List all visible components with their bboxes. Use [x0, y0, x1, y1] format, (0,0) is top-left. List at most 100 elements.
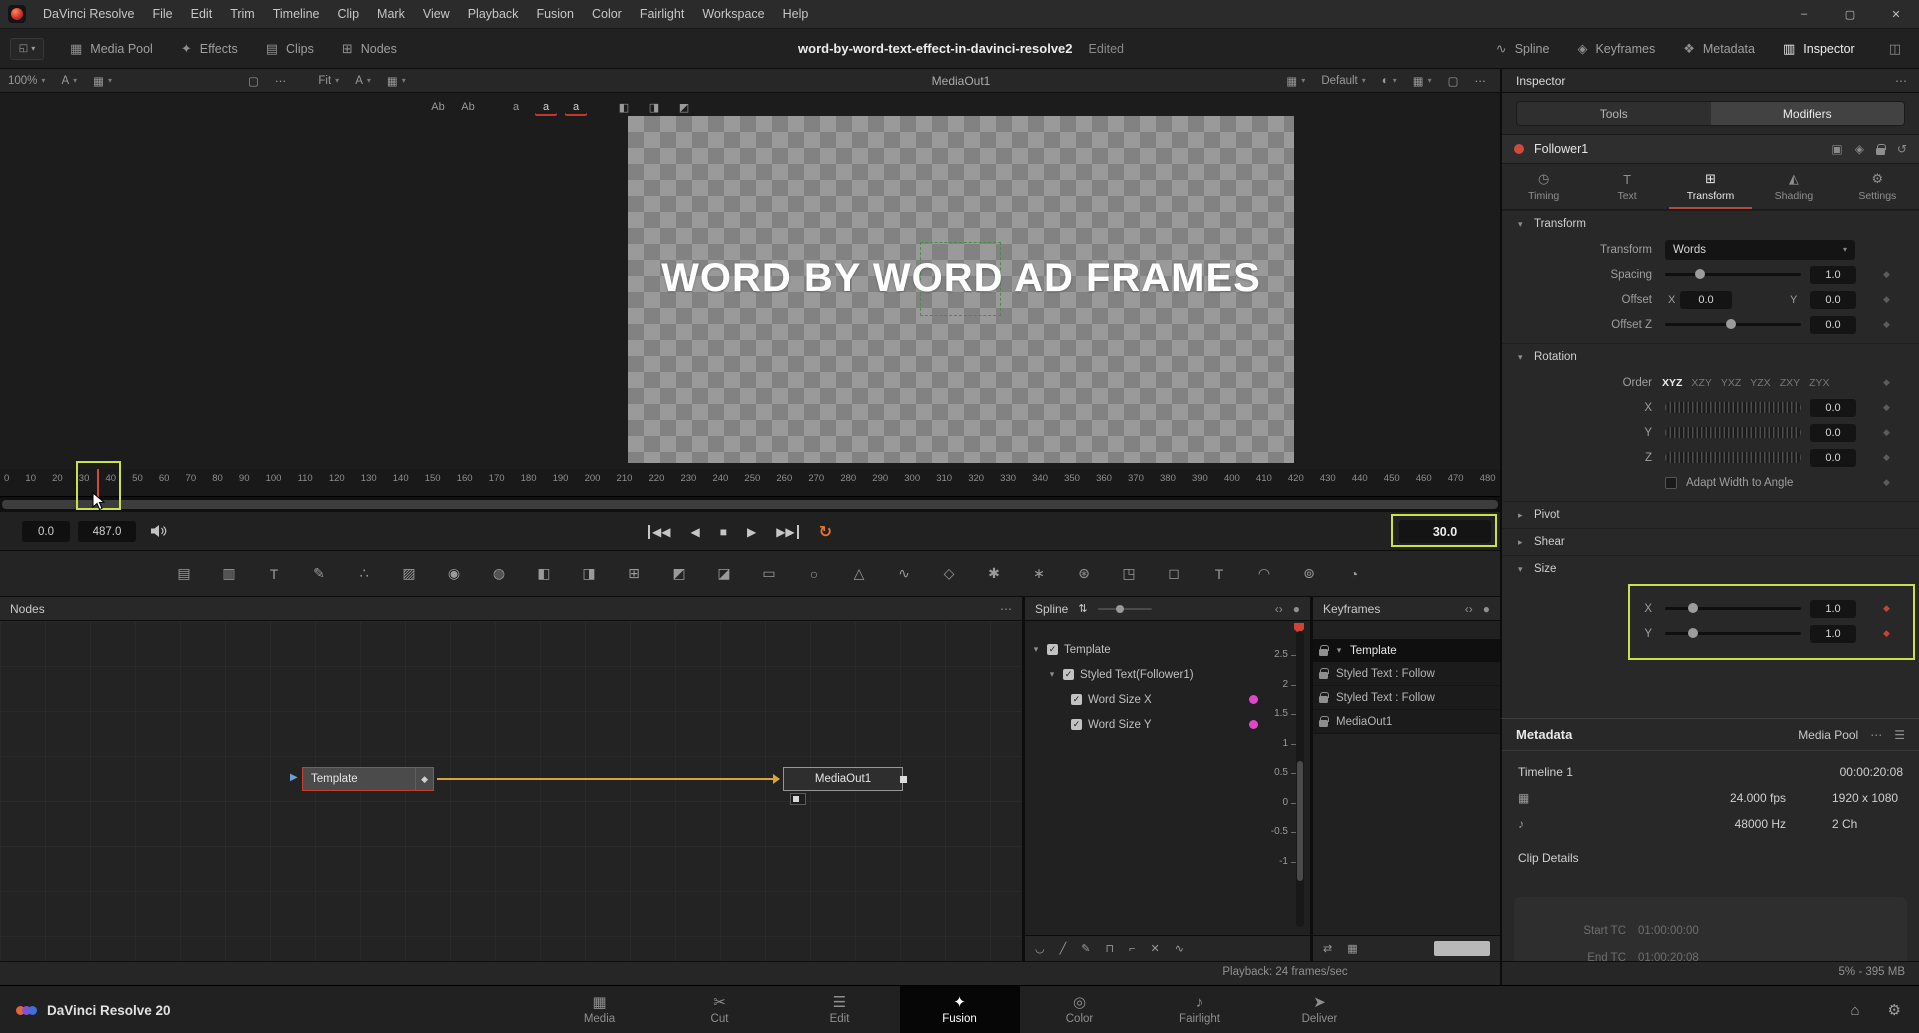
- media-pool-button[interactable]: ▦Media Pool: [70, 41, 153, 57]
- merge-3d-icon[interactable]: ◠: [1252, 562, 1276, 586]
- stop-button[interactable]: ■: [720, 525, 727, 539]
- menu-item[interactable]: Help: [774, 0, 818, 28]
- polygon-mask-icon[interactable]: △: [847, 562, 871, 586]
- keyframe-diamond-red-icon[interactable]: ◆: [1883, 603, 1890, 614]
- keyframes-row[interactable]: MediaOut1: [1313, 710, 1500, 734]
- frame-right-icon[interactable]: ◩: [673, 98, 695, 116]
- range-end-field[interactable]: 487.0: [78, 521, 136, 542]
- keyframe-diamond-icon[interactable]: ◆: [1883, 402, 1890, 413]
- spacing-slider[interactable]: [1665, 273, 1801, 276]
- rotation-z-dial[interactable]: [1665, 452, 1801, 463]
- draw-curve-icon[interactable]: ✎: [1081, 942, 1090, 955]
- keyframe-diamond-red-icon[interactable]: ◆: [1883, 628, 1890, 639]
- menu-item[interactable]: Trim: [221, 0, 264, 28]
- rotation-x-dial[interactable]: [1665, 402, 1801, 413]
- emitter-icon[interactable]: ✱: [982, 562, 1006, 586]
- text-shadow-color-button[interactable]: a: [565, 98, 587, 116]
- menu-item[interactable]: Playback: [459, 0, 528, 28]
- viewer-canvas[interactable]: WORD BY WORD AD FRAMES: [628, 116, 1294, 463]
- size-x-slider[interactable]: [1665, 607, 1801, 610]
- media[interactable]: ▦ Media: [540, 986, 660, 1033]
- keyframes-group-row[interactable]: ▾ Template: [1313, 639, 1500, 662]
- order-option[interactable]: ZXY: [1780, 377, 1800, 389]
- text-underline-button[interactable]: Ab: [427, 98, 449, 116]
- lock-icon[interactable]: [1876, 148, 1885, 155]
- adapt-width-checkbox[interactable]: [1665, 477, 1677, 489]
- versions-icon[interactable]: ▣: [1831, 142, 1842, 156]
- fast-noise-icon[interactable]: ▨: [397, 562, 421, 586]
- order-option[interactable]: ZYX: [1809, 377, 1829, 389]
- audio-mute-icon[interactable]: [150, 524, 168, 538]
- frame-left-icon[interactable]: ◧: [613, 98, 635, 116]
- tab-timing[interactable]: ◷ Timing: [1502, 164, 1585, 209]
- timeline-ruler[interactable]: 0102030405060708090100110120130140150160…: [0, 469, 1500, 497]
- menu-item[interactable]: Fairlight: [631, 0, 693, 28]
- lut-dropdown[interactable]: Default▾: [1313, 75, 1373, 87]
- renderer-3d-icon[interactable]: ◔: [1342, 562, 1366, 586]
- pin-icon[interactable]: ◈: [1855, 142, 1864, 156]
- text-smallcaps-button[interactable]: Ab: [457, 98, 479, 116]
- fairlight[interactable]: ♪ Fairlight: [1140, 986, 1260, 1033]
- offset-x-field[interactable]: 0.0: [1680, 291, 1732, 309]
- checkbox-checked[interactable]: [1063, 669, 1074, 680]
- panel-flip-icon[interactable]: ◫: [1889, 41, 1901, 57]
- particles-icon[interactable]: ∴: [352, 562, 376, 586]
- checkbox-checked[interactable]: [1047, 644, 1058, 655]
- composition-text[interactable]: WORD BY WORD AD FRAMES: [628, 256, 1294, 301]
- keyframes-fit-icon[interactable]: ‹›: [1465, 602, 1473, 616]
- fusion[interactable]: ✦ Fusion: [900, 986, 1020, 1033]
- background-icon[interactable]: ◧: [532, 562, 556, 586]
- spline-sort-icon[interactable]: ⇅: [1078, 602, 1087, 615]
- media-pool-source-label[interactable]: Media Pool: [1798, 728, 1858, 742]
- grid-dropdown[interactable]: ▦▾: [1405, 74, 1440, 88]
- menu-item[interactable]: View: [414, 0, 459, 28]
- clips-button[interactable]: ▤Clips: [266, 41, 314, 57]
- deliver[interactable]: ➤ Deliver: [1260, 986, 1380, 1033]
- chevron-down-icon[interactable]: ▾: [1334, 645, 1344, 656]
- spacing-value-field[interactable]: 1.0: [1810, 266, 1856, 284]
- step-in-icon[interactable]: ⊓: [1105, 942, 1114, 955]
- rotation-x-field[interactable]: 0.0: [1810, 399, 1856, 417]
- nodes-button[interactable]: ⊞Nodes: [342, 41, 397, 57]
- section-rotation[interactable]: ▾Rotation: [1502, 343, 1919, 370]
- color-corrector-icon[interactable]: ◍: [487, 562, 511, 586]
- spline-button[interactable]: ∿Spline: [1496, 41, 1550, 57]
- rotation-y-dial[interactable]: [1665, 427, 1801, 438]
- spline-options-icon[interactable]: ●: [1293, 602, 1300, 616]
- keyframe-diamond-icon[interactable]: ◆: [1883, 477, 1890, 488]
- metadata-options-button[interactable]: ⋯: [1870, 728, 1882, 742]
- keyframe-diamond-icon[interactable]: ◆: [1883, 427, 1890, 438]
- paint-icon[interactable]: ✎: [307, 562, 331, 586]
- checkbox-checked[interactable]: [1071, 694, 1082, 705]
- timeline-scrollbar[interactable]: [0, 497, 1500, 512]
- inspector-options-button[interactable]: ⋯: [1895, 74, 1919, 88]
- layout-dropdown[interactable]: ▦▾: [1278, 74, 1313, 88]
- edit[interactable]: ☰ Edit: [780, 986, 900, 1033]
- order-option[interactable]: YZX: [1750, 377, 1770, 389]
- menu-item[interactable]: File: [143, 0, 181, 28]
- go-to-start-button[interactable]: ◀◀: [648, 525, 670, 539]
- keyframes-time-field[interactable]: [1434, 941, 1490, 956]
- menu-item[interactable]: Mark: [368, 0, 414, 28]
- lock-icon[interactable]: [1319, 696, 1328, 703]
- expand-viewer-button[interactable]: ▢: [1440, 74, 1467, 88]
- play-button[interactable]: ▶: [747, 525, 756, 539]
- image-plane-3d-icon[interactable]: ◳: [1117, 562, 1141, 586]
- ellipse-mask-icon[interactable]: ○: [802, 562, 826, 586]
- scrollbar-thumb[interactable]: [2, 500, 1498, 509]
- transform-mode-dropdown[interactable]: Words▾: [1665, 240, 1855, 260]
- media-out-icon[interactable]: ▥: [217, 562, 241, 586]
- text-fill-color-button[interactable]: a: [505, 98, 527, 116]
- chevron-down-icon[interactable]: ▾: [1031, 644, 1041, 655]
- gain-dropdown[interactable]: A▾: [53, 69, 85, 92]
- modifiers-tab[interactable]: Modifiers: [1711, 102, 1905, 125]
- template-node[interactable]: Template ◆: [302, 767, 434, 791]
- timeline-grid-icon[interactable]: ▦: [1347, 942, 1357, 955]
- cut[interactable]: ✂ Cut: [660, 986, 780, 1033]
- resize-icon[interactable]: ◩: [667, 562, 691, 586]
- keyframe-diamond-icon[interactable]: ◆: [1883, 294, 1890, 305]
- keyframe-diamond-icon[interactable]: ◆: [1883, 452, 1890, 463]
- node-graph[interactable]: ▶ Template ◆ MediaOut1: [0, 621, 1022, 961]
- gain2-dropdown[interactable]: A▾: [347, 69, 379, 92]
- order-option[interactable]: YXZ: [1721, 377, 1741, 389]
